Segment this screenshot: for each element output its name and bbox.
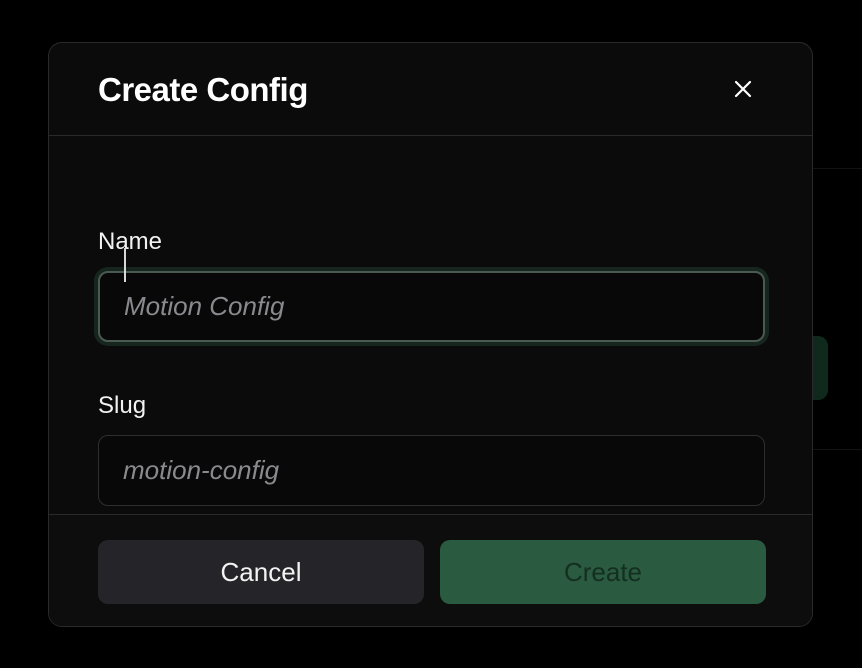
dialog-header: Create Config (49, 43, 812, 136)
create-button[interactable]: Create (440, 540, 766, 604)
background-divider (813, 168, 862, 169)
dialog-title: Create Config (98, 71, 308, 108)
close-button[interactable] (729, 75, 757, 103)
name-label: Name (98, 228, 163, 255)
text-caret (124, 248, 126, 282)
background-divider (813, 449, 862, 450)
cancel-button[interactable]: Cancel (98, 540, 424, 604)
slug-input[interactable] (98, 435, 765, 506)
create-config-dialog: Create Config Name Slug Cancel Create (48, 42, 813, 627)
dialog-footer: Cancel Create (49, 514, 812, 626)
slug-label: Slug (98, 392, 147, 419)
close-icon (734, 80, 752, 98)
name-input[interactable] (98, 271, 765, 342)
